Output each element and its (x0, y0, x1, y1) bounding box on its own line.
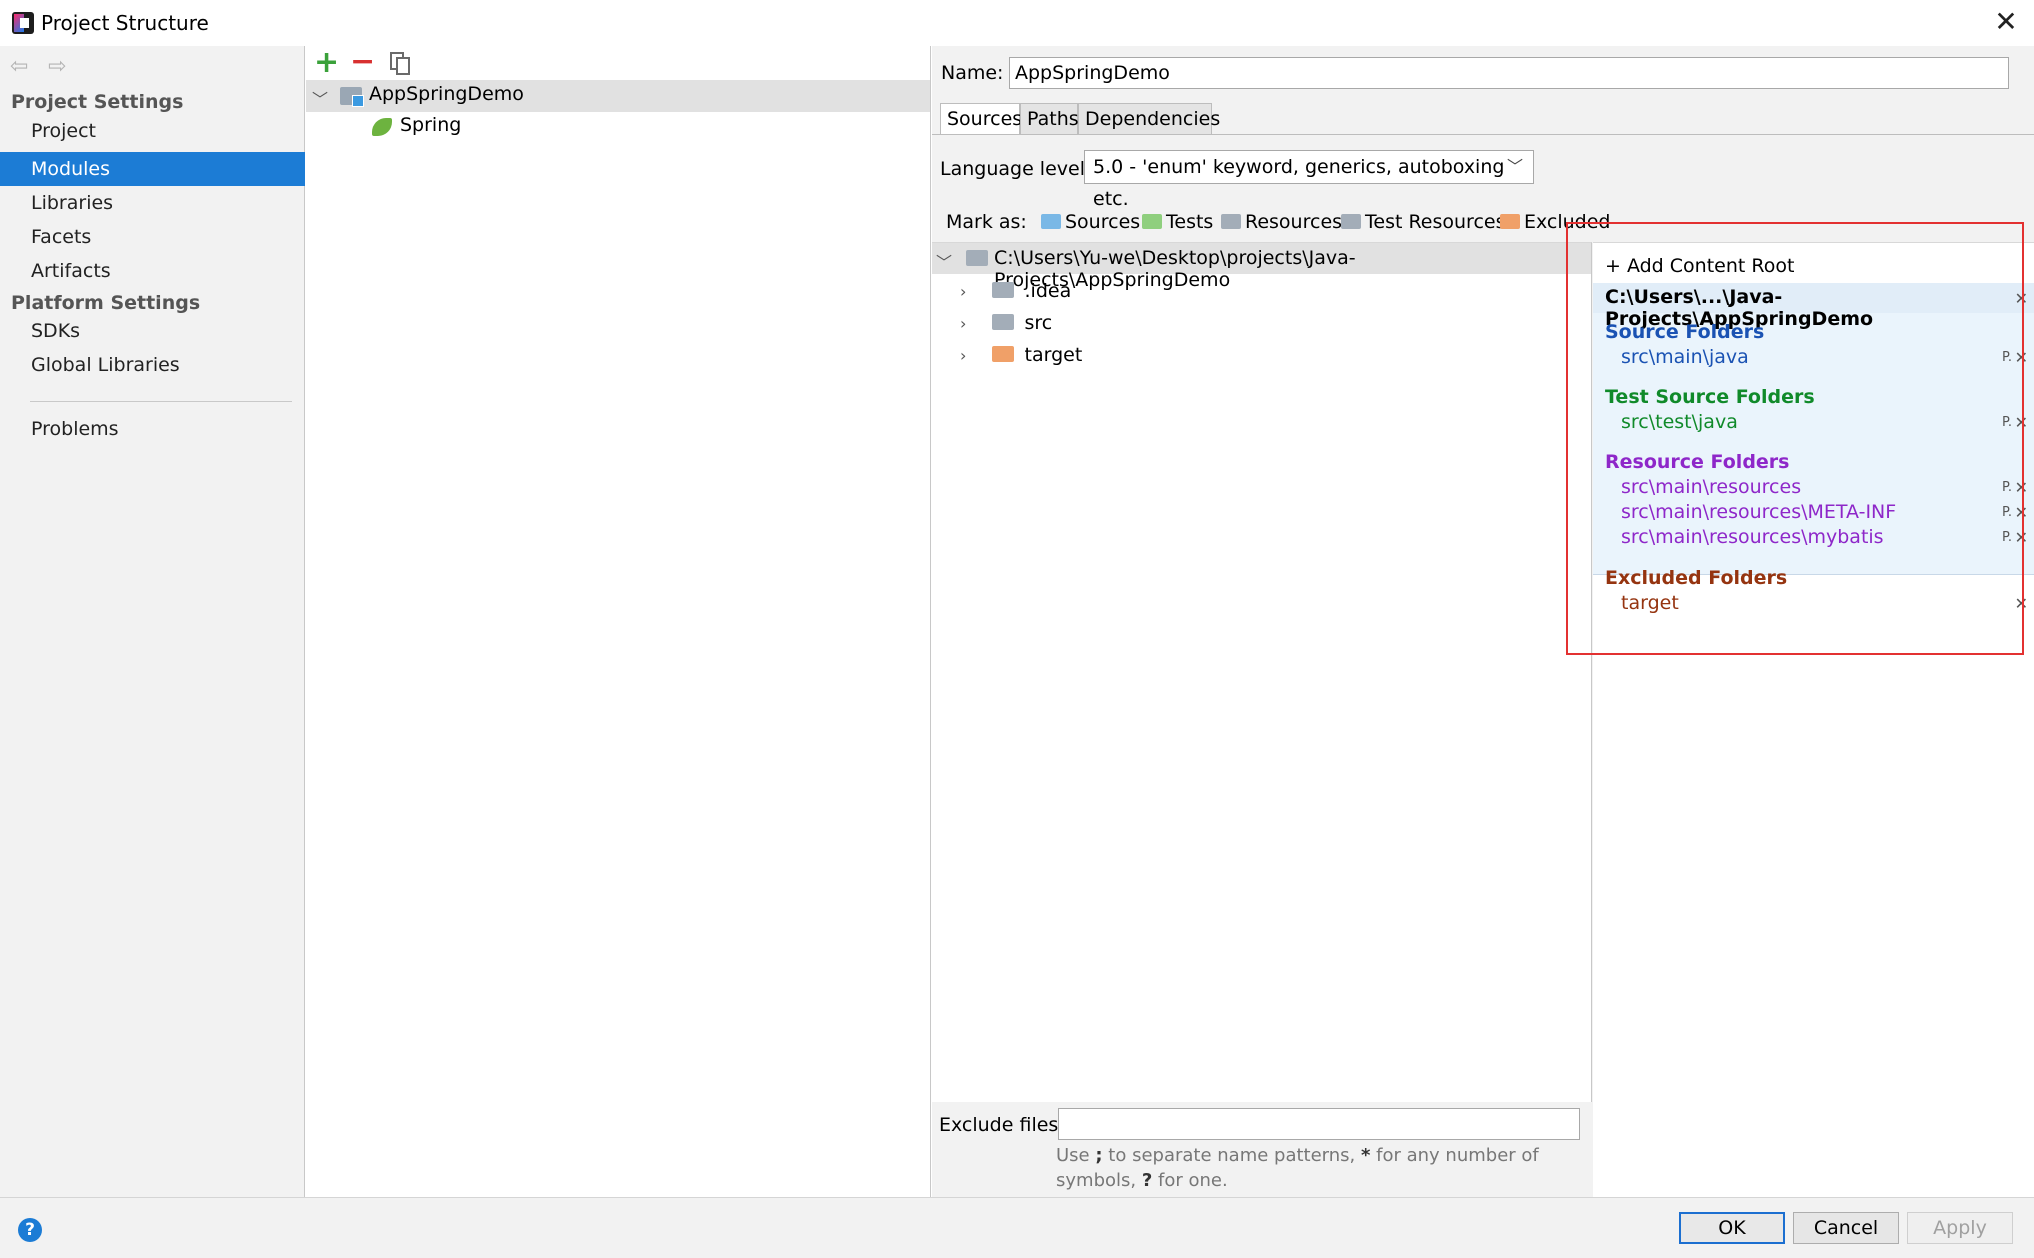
remove-folder-icon[interactable]: ✕ (2015, 478, 2028, 497)
help-icon[interactable]: ? (18, 1218, 42, 1242)
exclude-files-hint: Use ; to separate name patterns, * for a… (1056, 1145, 1539, 1191)
sidebar-item-facets[interactable]: Facets (0, 220, 305, 254)
name-label: Name: (941, 62, 1004, 84)
module-name-input[interactable] (1009, 57, 2009, 89)
sidebar-item-problems[interactable]: Problems (0, 412, 305, 446)
content-root-header: C:\Users\...\Java-Projects\AppSpringDemo… (1593, 283, 2034, 330)
content-root-box: C:\Users\...\Java-Projects\AppSpringDemo… (1593, 283, 2034, 589)
spring-leaf-icon (372, 118, 392, 136)
remove-folder-icon[interactable]: ✕ (2015, 503, 2028, 522)
resource-folders-title: Resource Folders (1605, 451, 1790, 473)
excluded-folder-icon (1500, 214, 1520, 229)
excluded-folder-icon (992, 346, 1015, 362)
platform-settings-title: Platform Settings (11, 292, 201, 314)
mark-as-test-resources[interactable]: Test Resources (1341, 211, 1506, 233)
language-level-label: Language level: (940, 158, 1092, 180)
chevron-down-icon: ﹀ (1506, 157, 1523, 176)
properties-icon[interactable]: P. (2002, 480, 2012, 495)
tab-dependencies[interactable]: Dependencies (1078, 103, 1220, 135)
sidebar-item-modules[interactable]: Modules (0, 152, 305, 186)
source-folder-entry: src\main\java (1621, 346, 1749, 368)
module-tree-row-appspringdemo[interactable]: ﹀ AppSpringDemo (306, 80, 930, 112)
ok-button[interactable]: OK (1679, 1212, 1785, 1244)
tab-paths[interactable]: Paths (1020, 103, 1079, 135)
chevron-down-icon[interactable]: ﹀ (312, 86, 328, 110)
remove-folder-icon[interactable]: ✕ (2015, 594, 2028, 613)
properties-icon[interactable]: P. (2002, 415, 2012, 430)
sidebar-item-artifacts[interactable]: Artifacts (0, 254, 305, 288)
chevron-right-icon[interactable]: › (960, 282, 966, 301)
content-root-path: C:\Users\Yu-we\Desktop\projects\Java-Pro… (994, 247, 1356, 291)
forward-arrow-icon[interactable]: ⇨ (48, 54, 66, 79)
language-level-value: 5.0 - 'enum' keyword, generics, autoboxi… (1093, 156, 1505, 210)
resources-folder-icon (1221, 214, 1241, 229)
dialog-button-bar: ? OK Cancel Apply (0, 1197, 2034, 1258)
folder-icon (992, 314, 1015, 330)
resource-folder-entry: src\main\resources (1621, 476, 1802, 498)
mark-as-resources[interactable]: Resources (1221, 211, 1342, 233)
module-folder-icon (340, 87, 364, 107)
tab-divider (932, 134, 2034, 135)
resource-folder-entry: src\main\resources\mybatis (1621, 526, 1884, 548)
close-window-icon[interactable]: ✕ (1992, 8, 2020, 36)
resource-folder-entry: src\main\resources\META-INF (1621, 501, 1897, 523)
mark-as-label: Mark as: (946, 211, 1027, 233)
properties-icon[interactable]: P. (2002, 505, 2012, 520)
remove-folder-icon[interactable]: ✕ (2015, 348, 2028, 367)
chevron-right-icon[interactable]: › (960, 314, 966, 333)
tab-sources[interactable]: Sources (940, 103, 1022, 135)
exclude-files-label: Exclude files: (939, 1114, 1065, 1136)
source-folder-tree: ﹀ C:\Users\Yu-we\Desktop\projects\Java-P… (932, 242, 1592, 1102)
folder-icon (992, 282, 1015, 298)
tests-folder-icon (1142, 214, 1162, 229)
project-settings-title: Project Settings (11, 91, 184, 113)
exclude-files-input[interactable] (1058, 1108, 1580, 1140)
chevron-right-icon[interactable]: › (960, 346, 966, 365)
remove-content-root-icon[interactable]: ✕ (2015, 289, 2028, 308)
mark-as-sources[interactable]: Sources (1041, 211, 1140, 233)
sidebar-item-global-libraries[interactable]: Global Libraries (0, 348, 305, 382)
module-settings-panel: Name: Sources Paths Dependencies Languag… (932, 46, 2034, 1197)
mark-as-tests[interactable]: Tests (1142, 211, 1213, 233)
chevron-down-icon[interactable]: ﹀ (936, 249, 952, 273)
test-source-folders-title: Test Source Folders (1605, 386, 1815, 408)
sources-folder-icon (1041, 214, 1061, 229)
folder-icon (966, 250, 988, 266)
tree-row-src[interactable]: › src (960, 312, 1052, 334)
sidebar-divider (30, 401, 292, 402)
back-arrow-icon[interactable]: ⇦ (10, 54, 28, 79)
mark-as-excluded[interactable]: Excluded (1500, 211, 1611, 233)
properties-icon[interactable]: P. (2002, 530, 2012, 545)
excluded-folder-entry: target (1621, 592, 1679, 614)
module-name: AppSpringDemo (369, 83, 524, 105)
copy-module-icon[interactable] (388, 50, 416, 78)
remove-module-icon[interactable]: − (350, 47, 378, 78)
source-folders-title: Source Folders (1605, 321, 1765, 343)
test-resources-folder-icon (1341, 214, 1361, 229)
remove-folder-icon[interactable]: ✕ (2015, 528, 2028, 547)
tree-row-target[interactable]: › target (960, 344, 1082, 366)
tree-row-idea[interactable]: › .idea (960, 280, 1071, 302)
excluded-folders-title: Excluded Folders (1605, 567, 1788, 589)
module-list-panel: + − ﹀ AppSpringDemo Spring (306, 46, 931, 1197)
settings-sidebar: ⇦ ⇨ Project Settings Project Modules Lib… (0, 46, 305, 1197)
add-module-icon[interactable]: + (314, 48, 342, 78)
window-title: Project Structure (41, 11, 209, 35)
add-content-root-button[interactable]: + Add Content Root (1605, 255, 1794, 277)
intellij-app-icon (12, 12, 34, 34)
spring-facet-label: Spring (400, 114, 462, 136)
apply-button[interactable]: Apply (1907, 1212, 2013, 1244)
test-source-folder-entry: src\test\java (1621, 411, 1738, 433)
sidebar-item-sdks[interactable]: SDKs (0, 314, 305, 348)
content-root-panel: + Add Content Root C:\Users\...\Java-Pro… (1593, 242, 2034, 1197)
title-bar: Project Structure ✕ (0, 0, 2034, 46)
sidebar-item-libraries[interactable]: Libraries (0, 186, 305, 220)
language-level-select[interactable]: 5.0 - 'enum' keyword, generics, autoboxi… (1084, 150, 1534, 210)
remove-folder-icon[interactable]: ✕ (2015, 413, 2028, 432)
properties-icon[interactable]: P. (2002, 350, 2012, 365)
cancel-button[interactable]: Cancel (1793, 1212, 1899, 1244)
sidebar-item-project[interactable]: Project (0, 114, 305, 148)
tree-root-row[interactable]: ﹀ C:\Users\Yu-we\Desktop\projects\Java-P… (932, 243, 1591, 291)
